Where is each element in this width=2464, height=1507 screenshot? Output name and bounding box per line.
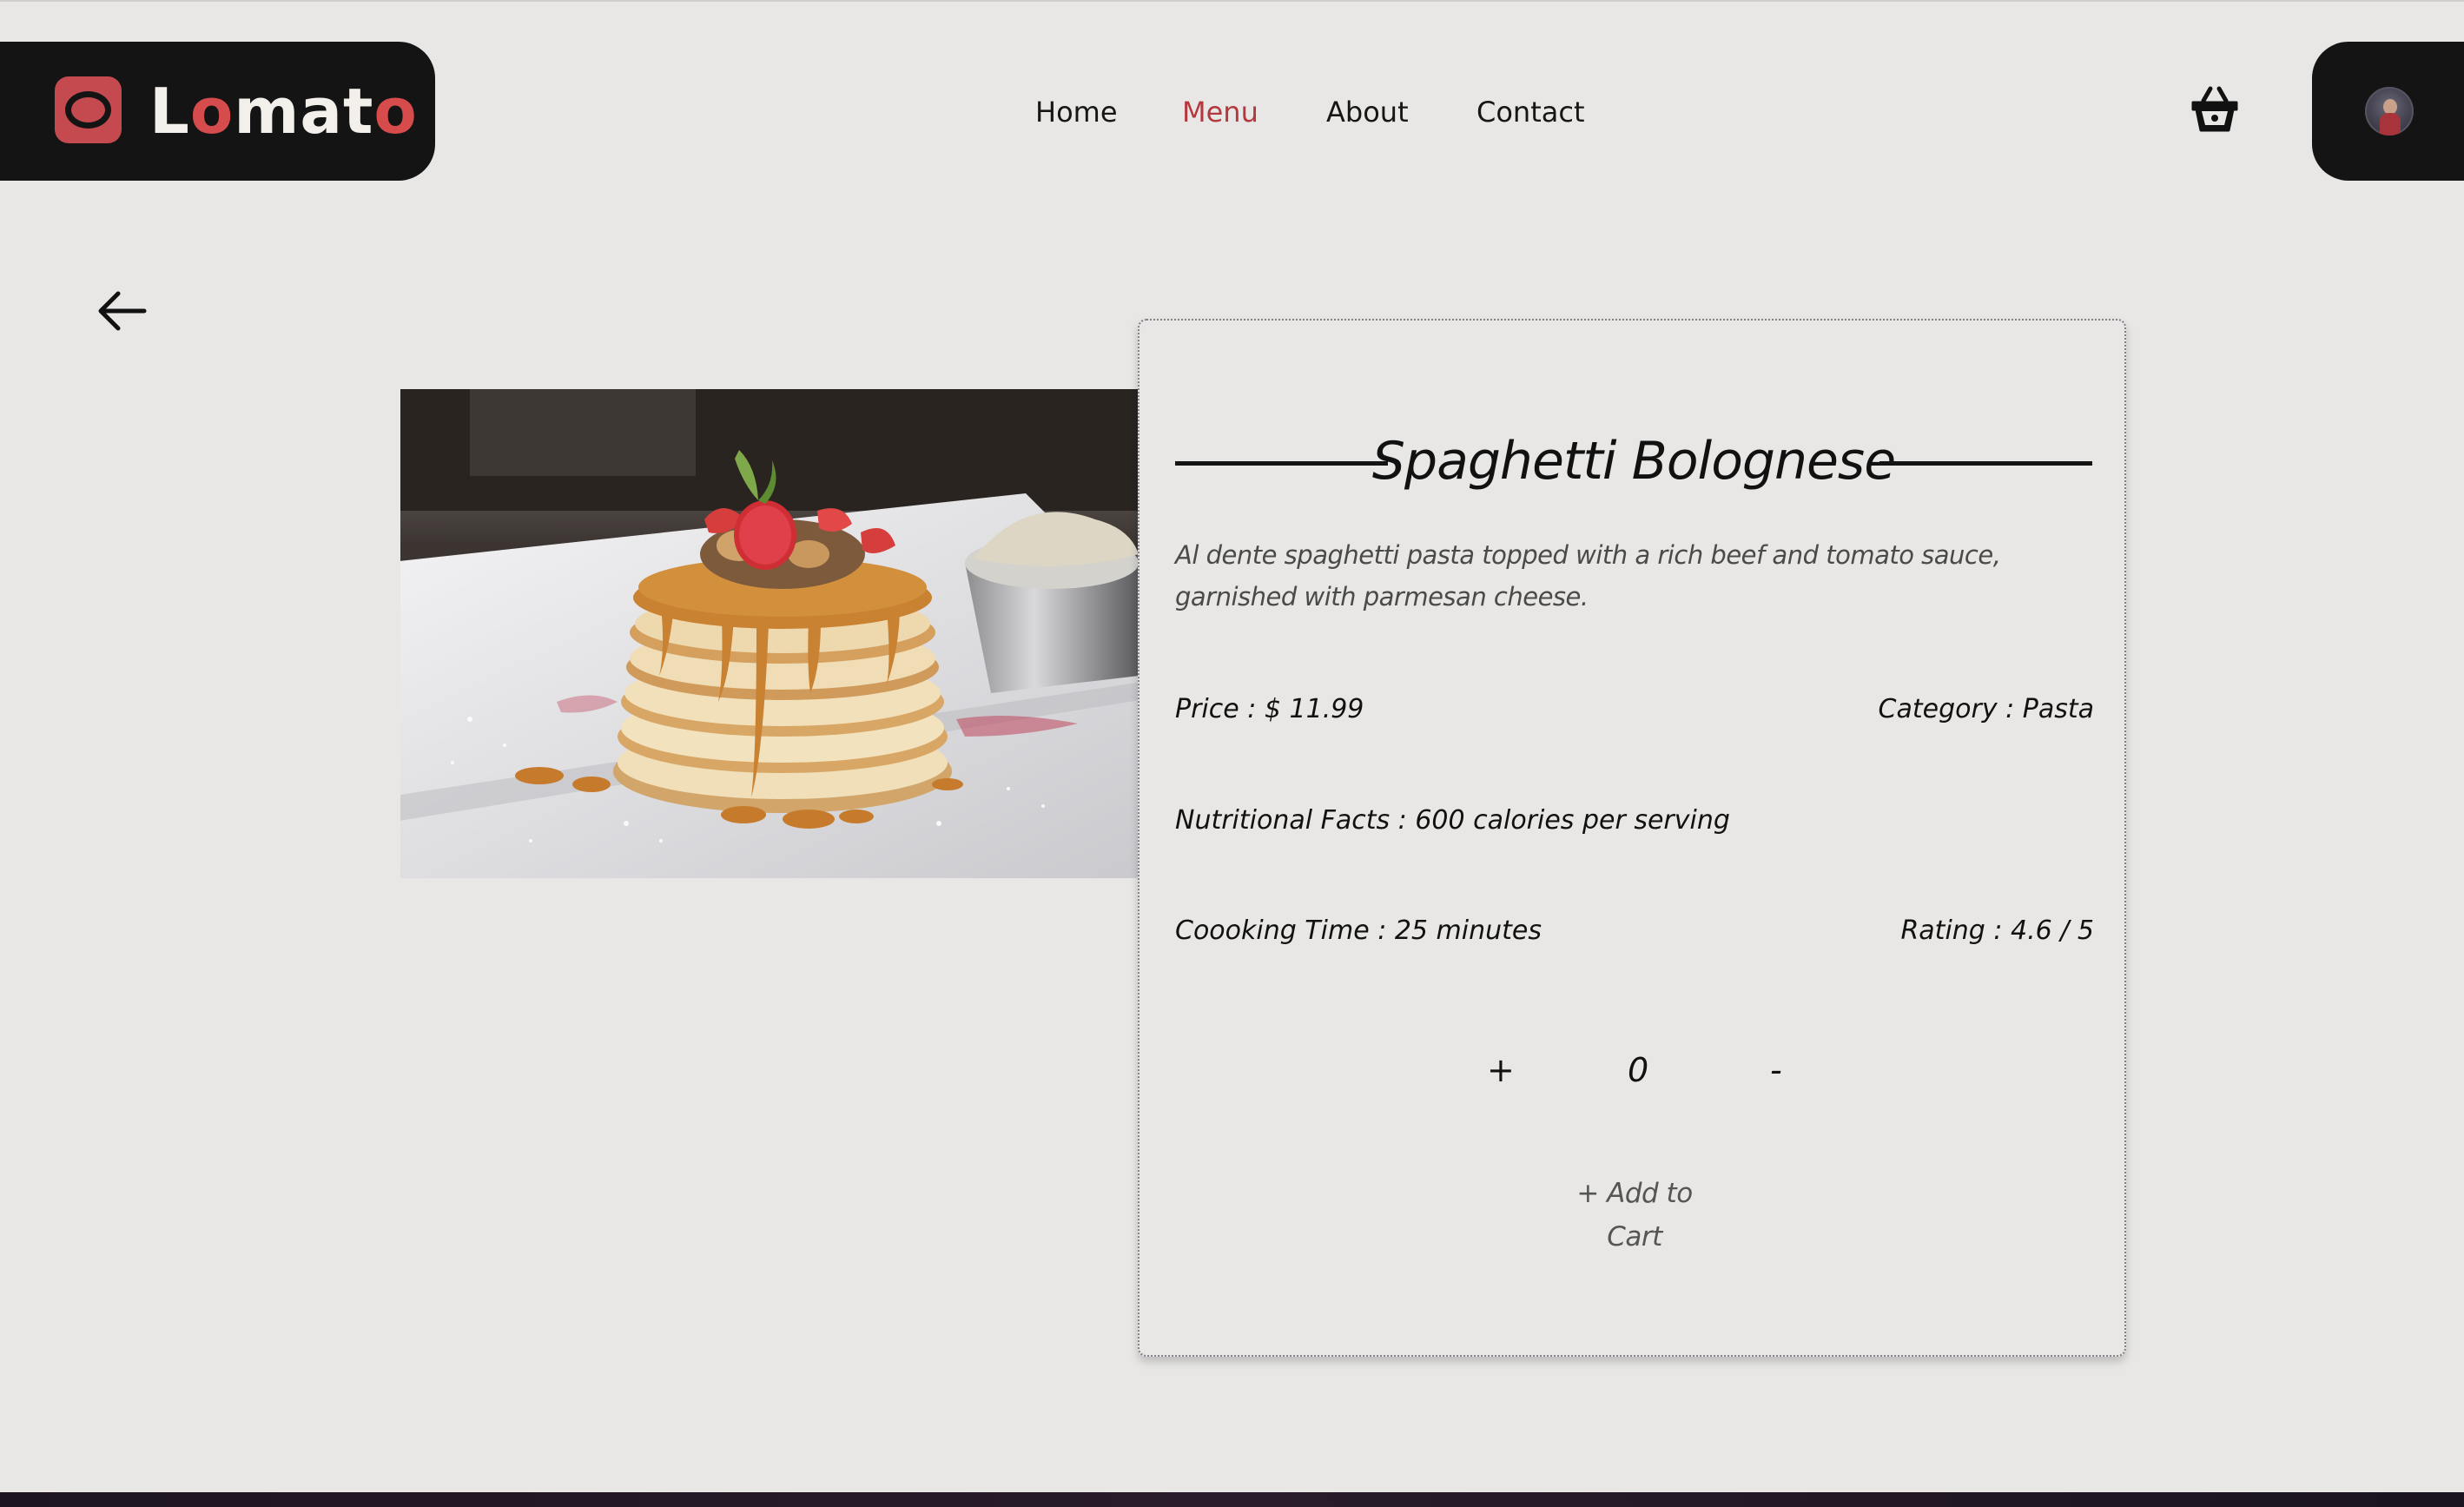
dish-photo	[400, 389, 1139, 878]
nav-item-home[interactable]: Home	[1035, 90, 1118, 134]
nav-item-contact[interactable]: Contact	[1476, 90, 1585, 134]
dish-nutrition: Nutritional Facts : 600 calories per ser…	[1175, 805, 1730, 836]
title-divider-right	[1879, 461, 2092, 466]
bottom-edge-strip	[0, 1492, 2464, 1507]
arrow-left-icon[interactable]	[94, 287, 149, 335]
quantity-decrement-button[interactable]: -	[1770, 1044, 1782, 1096]
dish-price: Price : $ 11.99	[1175, 694, 1364, 724]
dish-title-row: Spaghetti Bolognese	[1175, 423, 2092, 501]
dish-detail-card: Spaghetti Bolognese Al dente spaghetti p…	[1138, 319, 2126, 1357]
price-category-row: Price : $ 11.99 Category : Pasta	[1175, 691, 2094, 729]
main-navigation: Home Menu About Contact	[0, 90, 2464, 134]
nav-item-menu[interactable]: Menu	[1182, 90, 1258, 134]
dish-description: Al dente spaghetti pasta topped with a r…	[1175, 540, 2001, 611]
user-avatar[interactable]	[2365, 87, 2414, 135]
nutrition-row: Nutritional Facts : 600 calories per ser…	[1175, 802, 2094, 840]
quantity-value: 0	[1628, 1051, 1649, 1089]
basket-icon[interactable]	[2188, 83, 2242, 137]
window-top-border	[0, 0, 2464, 2]
quantity-increment-button[interactable]: +	[1487, 1044, 1515, 1096]
time-rating-row: Coooking Time : 25 minutes Rating : 4.6 …	[1175, 912, 2094, 950]
dish-category: Category : Pasta	[1878, 694, 2094, 724]
profile-panel	[2312, 42, 2464, 181]
add-to-cart-button[interactable]: + Add to Cart	[1548, 1172, 1721, 1253]
dish-cooking-time: Coooking Time : 25 minutes	[1175, 915, 1542, 946]
dish-rating: Rating : 4.6 / 5	[1900, 915, 2094, 946]
nav-item-about[interactable]: About	[1326, 90, 1409, 134]
